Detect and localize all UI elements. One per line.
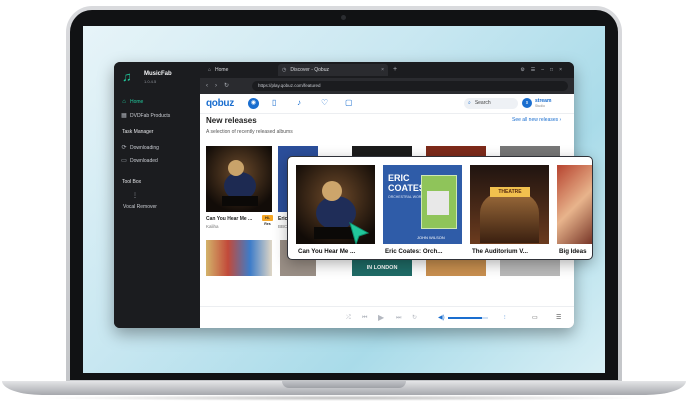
account-plan: Studio	[535, 104, 545, 108]
library-icon[interactable]: ▯	[272, 98, 276, 107]
cast-icon[interactable]: ▭	[532, 307, 538, 328]
album-cover[interactable]: IN LONDON	[352, 260, 412, 276]
app-version: 1.0.4.5	[144, 79, 157, 84]
sidebar-item-home[interactable]: ⌂ Home	[118, 96, 198, 109]
discover-icon[interactable]: ◉	[248, 98, 259, 109]
repeat-icon[interactable]: ↻	[412, 307, 417, 328]
album-cover[interactable]	[500, 146, 560, 156]
tab-bar: ⌂ Home ◷ Discover - Qobuz × + ⚙☰–□×	[200, 62, 574, 78]
cover-text: COATES	[388, 183, 425, 193]
close-tab-icon[interactable]: ×	[381, 64, 384, 76]
play-icon[interactable]: ▶	[378, 307, 384, 328]
sidebar-item-label: Downloaded	[130, 158, 158, 164]
sidebar-item-dvdfab-products[interactable]: ▦ DVDFab Products	[118, 110, 198, 123]
album-artist: Kaliha	[206, 224, 219, 229]
section-title: New releases	[206, 116, 257, 125]
sidebar-item-label: Home	[130, 99, 144, 105]
album-cover[interactable]	[557, 165, 592, 244]
qobuz-nav: qobuz ◉ ▯ ♪ ♡ ▢ ⌕ Search s stream Studio	[200, 94, 574, 114]
laptop-base-notch	[282, 381, 406, 388]
tab-home[interactable]: ⌂ Home	[204, 64, 276, 76]
sidebar: ♫ MusicFab 1.0.4.5 ⌂ Home ▦ DVDFab Product…	[114, 62, 200, 328]
album-cover[interactable]	[206, 240, 272, 276]
nav-buttons[interactable]: ‹›↻	[206, 78, 236, 94]
sidebar-item-downloading[interactable]: ⟳ Downloading	[118, 142, 198, 155]
see-all-label: See all new releases	[512, 117, 559, 123]
tab-title: Discover - Qobuz	[290, 67, 329, 73]
previous-icon[interactable]: ⏮	[362, 307, 367, 328]
music-note-icon[interactable]: ♪	[297, 98, 301, 107]
heart-icon[interactable]: ♡	[321, 98, 328, 107]
tab-title: Home	[215, 67, 229, 73]
grid-icon: ▦	[121, 113, 127, 119]
new-tab-button[interactable]: +	[393, 64, 397, 76]
address-bar: ‹›↻ https://play.qobuz.com/featured	[200, 78, 574, 94]
account[interactable]: s stream Studio	[522, 98, 572, 110]
popup-album-title: Big Ideas	[559, 248, 587, 255]
popup-album-title: The Auditorium V...	[472, 248, 528, 255]
camera-icon	[341, 15, 346, 20]
brand: ♫ MusicFab 1.0.4.5	[122, 70, 198, 88]
popup-album-title: Eric Coates: Orch...	[385, 248, 443, 255]
home-icon: ⌂	[122, 99, 126, 105]
volume-fill	[448, 317, 482, 319]
sidebar-item-vocal-remover[interactable]: Vocal Remover	[120, 204, 160, 211]
album-card[interactable]: Can You Hear Me ... Kaliha Hi-Res	[206, 146, 274, 236]
album-cover[interactable]	[426, 260, 486, 276]
search-input[interactable]: ⌕ Search	[464, 98, 518, 109]
laptop-mockup: ♫ MusicFab 1.0.4.5 ⌂ Home ▦ DVDFab Product…	[0, 0, 688, 410]
cover-illustration	[427, 191, 449, 215]
qobuz-logo[interactable]: qobuz	[206, 98, 234, 109]
search-icon: ⌕	[468, 100, 471, 106]
next-icon[interactable]: ⏭	[396, 307, 401, 328]
queue-icon[interactable]: ☰	[556, 307, 561, 328]
music-note-icon: ♫	[122, 69, 132, 84]
album-title: Can You Hear Me ...	[206, 216, 253, 222]
cover-text: JOHN WILSON	[417, 235, 445, 240]
search-placeholder: Search	[474, 100, 491, 106]
home-icon: ⌂	[208, 67, 212, 73]
player-bar: ⤮ ⏮ ▶ ⏭ ↻ ◀) ⫶ ▭ ☰	[200, 306, 574, 328]
cover-illustration	[480, 193, 539, 243]
window-controls[interactable]: ⚙☰–□×	[520, 64, 568, 76]
sidebar-item-label: Downloading	[130, 145, 159, 151]
album-artist: BBC	[278, 224, 288, 229]
album-cover[interactable]	[296, 165, 375, 244]
album-cover[interactable]: ERIC COATES ORCHESTRAL WORKS JOHN WILSON	[383, 165, 462, 244]
laptop-shadow	[40, 395, 648, 401]
clock-icon: ◷	[282, 67, 287, 73]
folder-icon: ▭	[121, 158, 127, 164]
toolbox-heading: Tool Box	[122, 179, 142, 185]
vocal-remover-icon: ⋮	[132, 193, 138, 199]
album-cover[interactable]	[500, 260, 560, 276]
shopping-bag-icon[interactable]: ▢	[345, 98, 353, 107]
sidebar-item-label: DVDFab Products	[130, 113, 171, 119]
url-field[interactable]: https://play.qobuz.com/featured	[252, 81, 568, 91]
equalizer-icon[interactable]: ⫶	[504, 307, 506, 328]
volume-icon[interactable]: ◀)	[438, 307, 445, 328]
album-cover[interactable]	[352, 146, 412, 156]
app-name: MusicFab	[144, 71, 172, 77]
tab-discover-qobuz[interactable]: ◷ Discover - Qobuz ×	[278, 64, 388, 76]
album-cover[interactable]	[206, 146, 272, 212]
volume-slider[interactable]	[448, 317, 488, 319]
hires-badge: Hi-Res	[262, 215, 273, 226]
album-cover[interactable]	[426, 146, 486, 156]
sidebar-item-downloaded[interactable]: ▭ Downloaded	[118, 155, 198, 168]
download-icon: ⟳	[121, 145, 127, 151]
cover-text: ERIC	[388, 173, 410, 183]
shuffle-icon[interactable]: ⤮	[346, 307, 351, 328]
avatar: s	[522, 98, 532, 108]
section-subtitle: A selection of recently released albums	[206, 129, 293, 135]
popup-album-title: Can You Hear Me ...	[298, 248, 356, 255]
album-popup: Can You Hear Me ... ERIC COATES ORCHESTR…	[287, 156, 593, 260]
cover-text: THEATRE	[490, 187, 530, 197]
task-manager-heading: Task Manager	[122, 129, 154, 135]
album-cover[interactable]: THEATRE	[470, 165, 549, 244]
see-all-link[interactable]: See all new releases ›	[512, 117, 561, 123]
